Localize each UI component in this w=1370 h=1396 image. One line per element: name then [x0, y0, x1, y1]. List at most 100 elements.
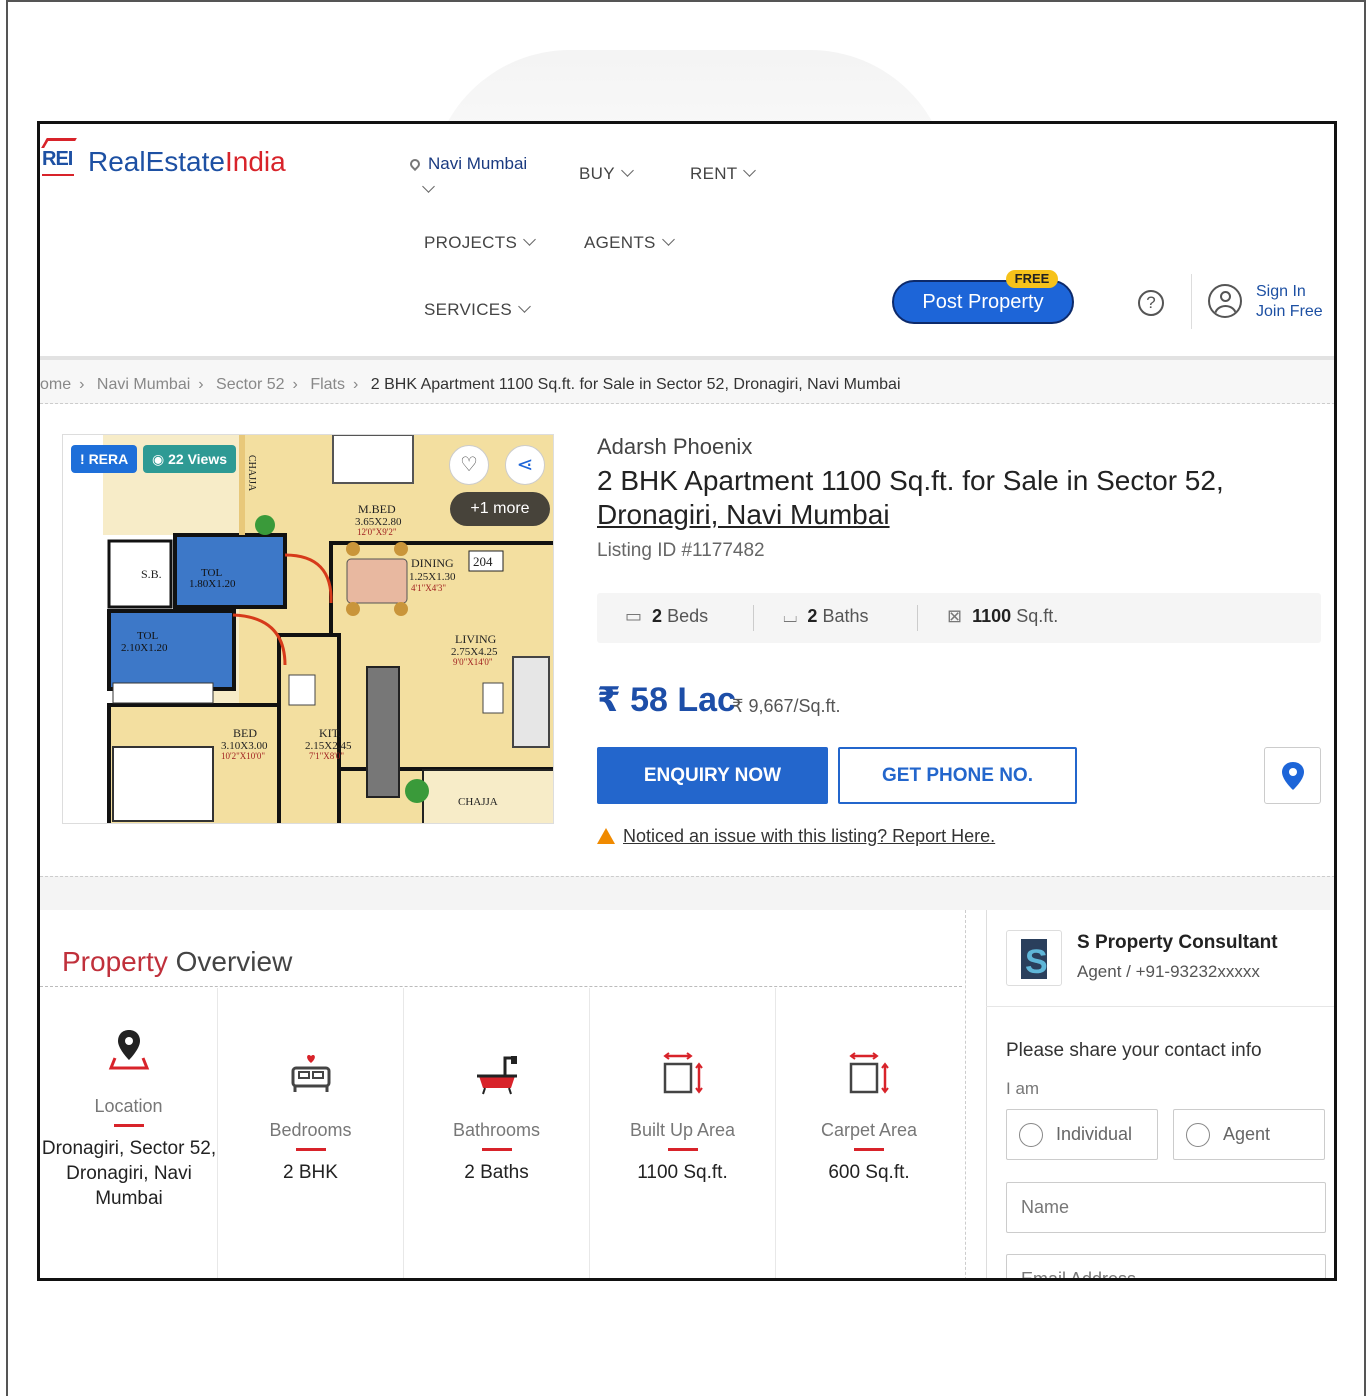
bathrooms-label: Bathrooms	[452, 1120, 541, 1140]
bedrooms-value: 2 BHK	[283, 1162, 338, 1183]
overview-cell-bathrooms: Bathrooms 2 Baths	[404, 988, 590, 1278]
breadcrumb-current: 2 BHK Apartment 1100 Sq.ft. for Sale in …	[370, 376, 901, 393]
radio-circle	[1186, 1123, 1210, 1147]
breadcrumb-city[interactable]: Navi Mumbai	[97, 376, 190, 393]
get-phone-button[interactable]: GET PHONE NO.	[838, 747, 1077, 804]
spec-divider	[753, 605, 754, 631]
bathrooms-value: 2 Baths	[464, 1162, 529, 1183]
favorite-button[interactable]: ♡	[449, 445, 489, 485]
beds-label: Beds	[667, 606, 709, 626]
svg-text:S.B.: S.B.	[141, 567, 162, 581]
user-icon[interactable]	[1208, 284, 1242, 318]
rera-label: RERA	[88, 451, 129, 467]
nav-buy-label: BUY	[579, 164, 615, 183]
agent-name[interactable]: S Property Consultant	[1077, 932, 1278, 954]
free-badge: FREE	[1006, 270, 1058, 288]
nav-rent[interactable]: RENT	[690, 164, 757, 184]
bathtub-icon: ⌴	[783, 606, 798, 626]
accent-bar	[667, 1148, 698, 1151]
accent-bar	[854, 1148, 884, 1151]
nav-services[interactable]: SERVICES	[424, 300, 531, 320]
auth-links: Sign In Join Free	[1256, 282, 1323, 322]
svg-text:DINING: DINING	[411, 556, 454, 570]
nav-agents-label: AGENTS	[584, 233, 656, 252]
svg-text:4'1"X4'3": 4'1"X4'3"	[411, 583, 446, 593]
area-icon	[847, 1052, 891, 1096]
logo-roof-icon	[41, 138, 77, 148]
accent-bar	[481, 1148, 512, 1151]
help-icon[interactable]: ?	[1138, 290, 1164, 316]
site-logo[interactable]: RealEstateIndia	[88, 146, 286, 178]
map-button[interactable]	[1264, 747, 1321, 804]
project-name[interactable]: Adarsh Phoenix	[597, 434, 752, 460]
chevron-down-icon	[422, 180, 435, 193]
location-chevron[interactable]	[416, 180, 435, 200]
svg-text:KIT.: KIT.	[319, 726, 341, 740]
listing-id: Listing ID #1177482	[597, 540, 765, 561]
more-photos-button[interactable]: +1 more	[450, 492, 550, 526]
location-label: Navi Mumbai	[428, 154, 528, 173]
svg-text:LIVING: LIVING	[455, 632, 497, 646]
browser-viewport: REI RealEstateIndia Navi Mumbai BUY RENT…	[37, 121, 1337, 1281]
svg-text:9'0"X14'0": 9'0"X14'0"	[453, 657, 493, 667]
area-icon: ⊠	[947, 606, 963, 626]
location-pin-icon	[407, 156, 423, 172]
location-label: Location	[94, 1096, 163, 1116]
bathtub-icon	[475, 1052, 519, 1096]
header-divider	[1191, 274, 1192, 329]
spec-divider	[917, 605, 918, 631]
share-icon: ⋖	[516, 454, 534, 476]
baths-label: Baths	[822, 606, 869, 626]
radio-circle	[1019, 1123, 1043, 1147]
sign-in-link[interactable]: Sign In	[1256, 282, 1323, 302]
eye-icon: ◉	[152, 451, 165, 467]
radio-agent-label: Agent	[1223, 1124, 1271, 1144]
spec-bar: ▭ 2 Beds ⌴ 2 Baths ⊠ 1100 Sq.ft.	[597, 593, 1321, 643]
logo-text-part2: India	[224, 146, 286, 177]
baths-count: 2	[807, 606, 818, 626]
bed-icon: ▭	[625, 606, 643, 626]
share-button[interactable]: ⋖	[505, 445, 545, 485]
overview-cell-bedrooms: Bedrooms 2 BHK	[218, 988, 404, 1278]
agent-phone: Agent / +91-93232xxxxx	[1077, 962, 1260, 981]
overview-title-part2: Overview	[175, 946, 293, 977]
nav-projects-label: PROJECTS	[424, 233, 518, 252]
nav-projects[interactable]: PROJECTS	[424, 233, 536, 253]
price-per-sqft: ₹ 9,667/Sq.ft.	[732, 696, 841, 716]
breadcrumb-sector[interactable]: Sector 52	[216, 376, 284, 393]
nav-agents[interactable]: AGENTS	[584, 233, 675, 253]
views-badge: ◉ 22 Views	[143, 445, 237, 473]
email-field[interactable]: Email Address	[1006, 1254, 1326, 1278]
radio-individual[interactable]: Individual	[1006, 1109, 1158, 1160]
bed-icon	[289, 1052, 333, 1096]
svg-text:1.25X1.30: 1.25X1.30	[409, 571, 456, 583]
area-unit: Sq.ft.	[1016, 606, 1059, 626]
chevron-down-icon	[620, 164, 634, 177]
location-selector[interactable]: Navi Mumbai	[407, 154, 528, 174]
overview-cell-carpet-area: Carpet Area 600 Sq.ft.	[776, 988, 962, 1278]
bedrooms-label: Bedrooms	[269, 1120, 352, 1140]
enquiry-now-button[interactable]: ENQUIRY NOW	[597, 747, 828, 804]
agent-logo[interactable]: S	[1006, 930, 1062, 986]
chevron-down-icon	[523, 233, 536, 246]
nav-buy[interactable]: BUY	[579, 164, 634, 184]
report-link[interactable]: Noticed an issue with this listing? Repo…	[597, 826, 995, 847]
svg-text:BED: BED	[233, 726, 257, 740]
overview-cell-location: Location Dronagiri, Sector 52, Dronagiri…	[40, 988, 218, 1278]
svg-text:CHAJJA: CHAJJA	[246, 455, 257, 492]
area-icon	[661, 1052, 705, 1096]
breadcrumb-separator: ›	[198, 376, 204, 393]
section-separator	[40, 876, 1334, 910]
views-label: 22 Views	[168, 451, 228, 467]
overview-title-part1: Property	[62, 946, 176, 977]
breadcrumb-home[interactable]: ome	[40, 376, 71, 393]
listing-location-link[interactable]: Dronagiri, Navi Mumbai	[597, 499, 890, 530]
built-up-area-value: 1100 Sq.ft.	[637, 1162, 728, 1183]
breadcrumb-flats[interactable]: Flats	[310, 376, 345, 393]
join-free-link[interactable]: Join Free	[1256, 302, 1323, 322]
svg-text:7'1"X8'0": 7'1"X8'0"	[309, 751, 344, 761]
name-field[interactable]: Name	[1006, 1182, 1326, 1233]
logo-short[interactable]: REI	[42, 148, 73, 171]
radio-agent[interactable]: Agent	[1173, 1109, 1325, 1160]
rera-badge[interactable]: ! RERA	[71, 445, 138, 473]
